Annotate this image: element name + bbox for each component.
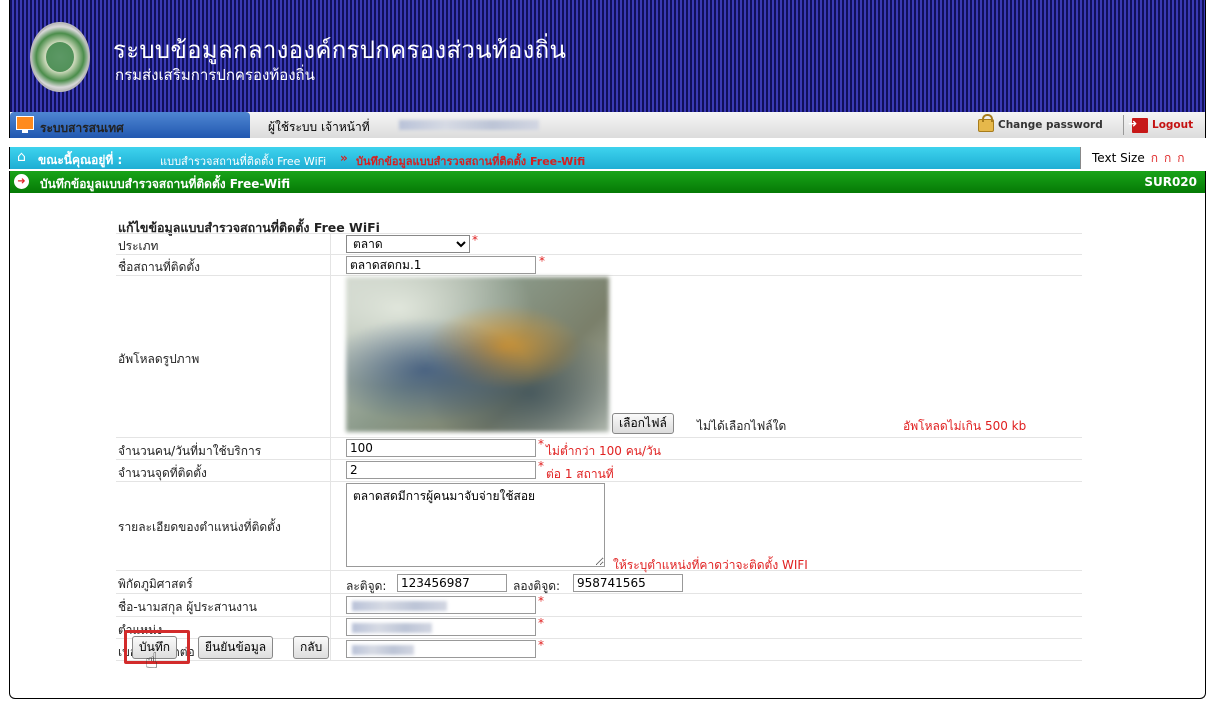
user-bar: ระบบสารสนเทศ ผู้ใช้ระบบ เจ้าหน้าที่ Chan… <box>9 112 1206 138</box>
back-button[interactable]: กลับ <box>293 636 330 659</box>
upload-size-note: อัพโหลดไม่เกิน 500 kb <box>903 419 1027 433</box>
tab-information-system[interactable]: ระบบสารสนเทศ <box>10 112 250 138</box>
logout-label: Logout <box>1152 119 1194 131</box>
required-mark: * <box>472 233 478 247</box>
section-title: บันทึกข้อมูลแบบสำรวจสถานที่ติดตั้ง Free-… <box>40 177 291 191</box>
required-mark: * <box>538 459 544 473</box>
people-per-day-input[interactable] <box>346 439 536 457</box>
change-password-label: Change password <box>998 119 1103 131</box>
required-mark: * <box>538 638 544 652</box>
text-size-label: Text Size <box>1092 151 1145 165</box>
logout-link[interactable]: Logout <box>1128 116 1194 134</box>
screen-code: SUR020 <box>1144 175 1197 189</box>
section-header: ➜ บันทึกข้อมูลแบบสำรวจสถานที่ติดตั้ง Fre… <box>9 171 1206 193</box>
type-label: ประเภท <box>118 239 159 253</box>
required-mark: * <box>538 616 544 630</box>
hand-cursor-icon: ☝ <box>145 649 159 674</box>
choose-file-button[interactable]: เลือกไฟล์ <box>612 413 674 434</box>
upload-label: อัพโหลดรูปภาพ <box>118 352 200 366</box>
breadcrumb-survey-link[interactable]: แบบสำรวจสถานที่ติดตั้ง Free WiFi <box>160 152 326 170</box>
coordinator-label: ชื่อ-นามสกุล ผู้ประสานงาน <box>118 600 257 614</box>
column-divider <box>330 233 331 660</box>
row-divider <box>116 254 1082 255</box>
user-label: ผู้ใช้ระบบ เจ้าหน้าที่ <box>268 120 370 134</box>
points-label: จำนวนจุดที่ติดตั้ง <box>118 466 207 480</box>
people-per-day-note: ไม่ต่ำกว่า 100 คน/วัน <box>546 444 661 458</box>
longitude-label: ลองติจูด: <box>513 579 561 593</box>
header-banner: ระบบข้อมูลกลางองค์กรปกครองส่วนท้องถิ่น ก… <box>9 0 1206 112</box>
user-name-redacted <box>399 120 539 130</box>
text-size-small[interactable]: ก <box>1151 149 1158 168</box>
row-divider <box>116 593 1082 594</box>
text-size-control: Text Size ก ก ก <box>1080 147 1207 169</box>
file-status: ไม่ได้เลือกไฟล์ใด <box>697 419 787 433</box>
row-divider <box>116 570 1082 571</box>
text-size-medium[interactable]: ก <box>1164 149 1171 168</box>
row-divider <box>116 437 1082 438</box>
arrow-right-icon: ➜ <box>14 174 29 189</box>
location-detail-textarea[interactable]: ตลาดสดมีการผู้คนมาจับจ่ายใช้สอย <box>346 483 605 567</box>
row-divider <box>116 660 1082 661</box>
place-name-label: ชื่อสถานที่ติดตั้ง <box>118 260 201 274</box>
tab-label: ระบบสารสนเทศ <box>40 121 124 135</box>
row-divider <box>116 616 1082 617</box>
latitude-input[interactable] <box>397 574 507 592</box>
monitor-icon <box>16 116 34 133</box>
people-per-day-label: จำนวนคน/วันที่มาใช้บริการ <box>118 444 262 458</box>
geo-label: พิกัดภูมิศาสตร์ <box>118 577 193 591</box>
lock-icon <box>978 113 994 132</box>
position-redacted <box>352 623 432 633</box>
breadcrumb-label: ขณะนี้คุณอยู่ที่ : <box>38 153 123 167</box>
points-note: ต่อ 1 สถานที่ <box>546 467 614 481</box>
divider <box>1123 115 1124 135</box>
row-divider <box>116 275 1082 276</box>
confirm-button[interactable]: ยืนยันข้อมูล <box>198 636 274 659</box>
department-logo <box>30 22 90 92</box>
place-name-input[interactable] <box>346 256 536 274</box>
coordinator-redacted <box>352 601 447 611</box>
row-divider <box>116 233 1082 234</box>
longitude-input[interactable] <box>573 574 683 592</box>
points-input[interactable] <box>346 461 536 479</box>
location-detail-note: ให้ระบุตำแหน่งที่คาดว่าจะติดตั้ง WIFI <box>613 558 808 572</box>
type-select[interactable]: ตลาด <box>346 235 470 253</box>
logout-icon <box>1128 117 1148 133</box>
breadcrumb-current: บันทึกข้อมูลแบบสำรวจสถานที่ติดตั้ง Free-… <box>356 155 586 168</box>
latitude-label: ละติจูด: <box>346 579 387 593</box>
site-subtitle: กรมส่งเสริมการปกครองท้องถิ่น <box>115 66 315 84</box>
breadcrumb: ⌂ ขณะนี้คุณอยู่ที่ : แบบสำรวจสถานที่ติดต… <box>9 147 1207 170</box>
breadcrumb-separator: » <box>340 151 348 165</box>
phone-redacted <box>352 645 414 655</box>
uploaded-photo-preview <box>346 277 609 432</box>
home-icon[interactable]: ⌂ <box>17 150 33 164</box>
form-heading: แก้ไขข้อมูลแบบสำรวจสถานที่ติดตั้ง Free W… <box>118 220 380 235</box>
required-mark: * <box>538 594 544 608</box>
change-password-link[interactable]: Change password <box>978 113 1103 134</box>
text-size-large[interactable]: ก <box>1177 149 1184 168</box>
location-detail-label: รายละเอียดของตำแหน่งที่ติดตั้ง <box>118 520 281 534</box>
required-mark: * <box>539 254 545 268</box>
required-mark: * <box>538 437 544 451</box>
